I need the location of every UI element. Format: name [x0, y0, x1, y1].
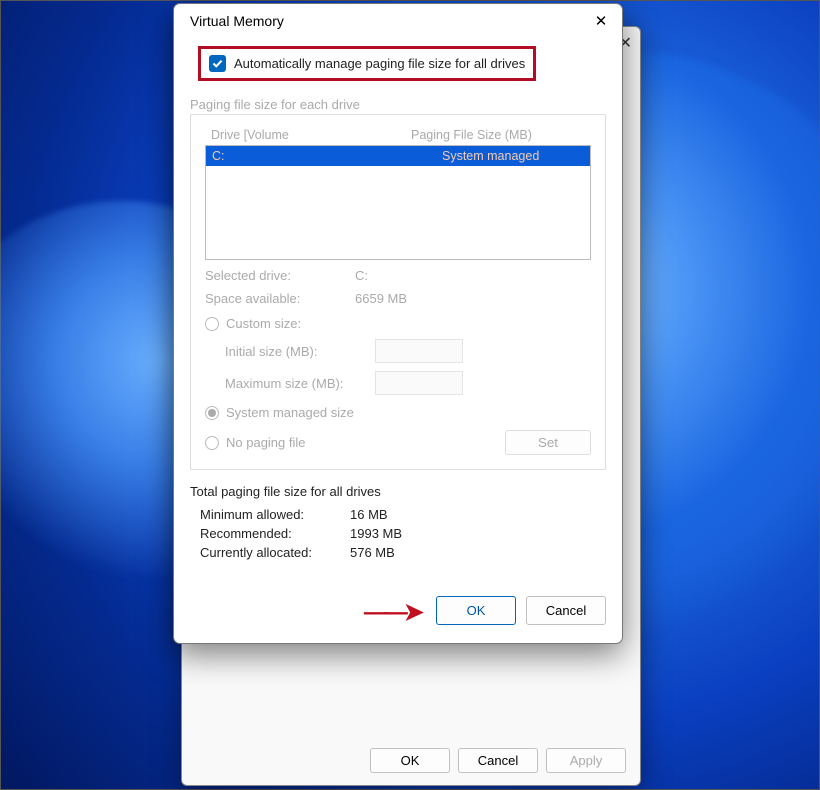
ok-button[interactable]: OK [436, 596, 516, 625]
drive-size: System managed [412, 149, 584, 163]
totals-title: Total paging file size for all drives [190, 484, 606, 499]
drive-name: C: [212, 149, 412, 163]
parent-apply-button: Apply [546, 748, 626, 773]
no-paging-radio [205, 436, 219, 450]
drive-section-title: Paging file size for each drive [190, 97, 606, 112]
cur-label: Currently allocated: [200, 545, 350, 560]
rec-label: Recommended: [200, 526, 350, 541]
initial-size-label: Initial size (MB): [225, 344, 365, 359]
initial-size-input [375, 339, 463, 363]
totals-section: Total paging file size for all drives Mi… [190, 484, 606, 560]
selected-drive-label: Selected drive: [205, 268, 355, 283]
drive-list[interactable]: C: System managed [205, 145, 591, 260]
arrow-icon: ――➤ [364, 598, 420, 627]
col-size: Paging File Size (MB) [411, 128, 532, 142]
min-value: 16 MB [350, 507, 388, 522]
system-managed-label: System managed size [226, 405, 354, 420]
cur-value: 576 MB [350, 545, 395, 560]
no-paging-label: No paging file [226, 435, 306, 450]
col-drive: Drive [Volume [211, 128, 411, 142]
custom-size-label: Custom size: [226, 316, 301, 331]
dialog-title: Virtual Memory [190, 13, 284, 29]
titlebar: Virtual Memory ✕ [174, 4, 622, 36]
drive-row[interactable]: C: System managed [206, 146, 590, 166]
max-size-label: Maximum size (MB): [225, 376, 365, 391]
selected-drive-value: C: [355, 268, 368, 283]
min-label: Minimum allowed: [200, 507, 350, 522]
system-managed-radio [205, 406, 219, 420]
max-size-input [375, 371, 463, 395]
auto-manage-highlight: Automatically manage paging file size fo… [198, 46, 536, 81]
space-value: 6659 MB [355, 291, 407, 306]
cancel-button[interactable]: Cancel [526, 596, 606, 625]
parent-cancel-button[interactable]: Cancel [458, 748, 538, 773]
virtual-memory-dialog: Virtual Memory ✕ Automatically manage pa… [173, 3, 623, 644]
custom-size-radio [205, 317, 219, 331]
close-icon[interactable]: ✕ [592, 12, 610, 30]
space-label: Space available: [205, 291, 355, 306]
auto-manage-checkbox[interactable] [209, 55, 226, 72]
auto-manage-label: Automatically manage paging file size fo… [234, 56, 525, 71]
rec-value: 1993 MB [350, 526, 402, 541]
set-button: Set [505, 430, 591, 455]
parent-ok-button[interactable]: OK [370, 748, 450, 773]
drive-group: Drive [Volume Paging File Size (MB) C: S… [190, 114, 606, 470]
